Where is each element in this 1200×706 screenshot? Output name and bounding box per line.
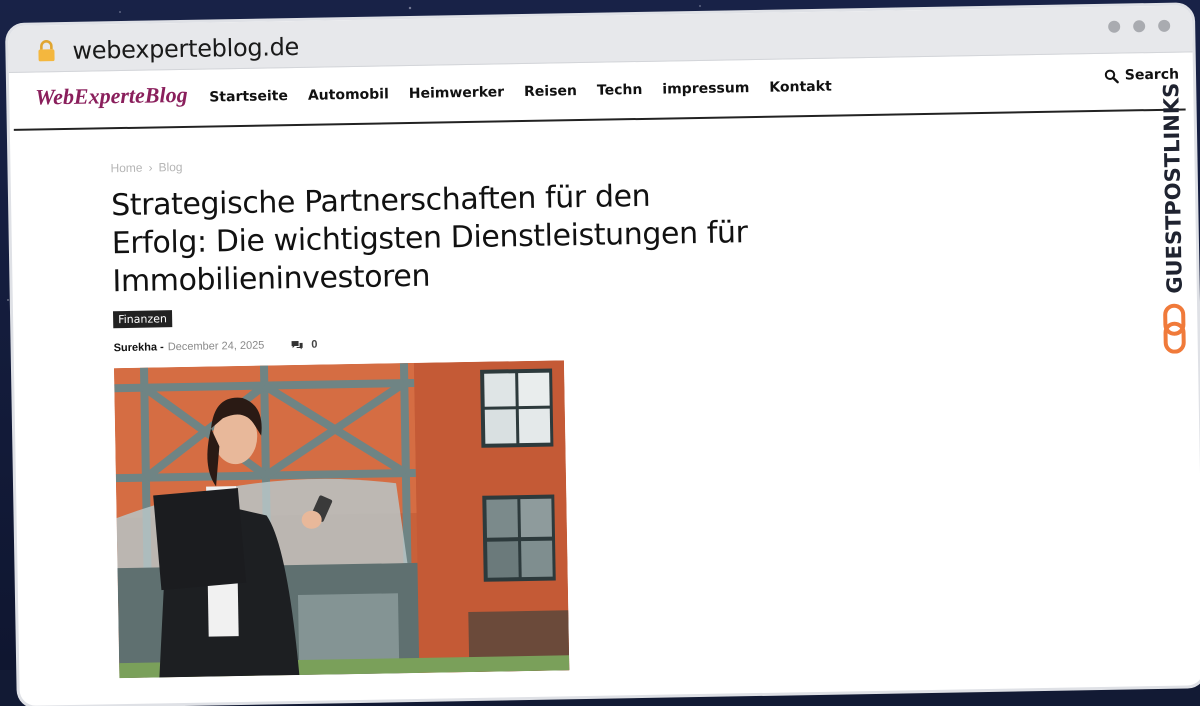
menu-item-reisen[interactable]: Reisen — [524, 83, 577, 100]
article-container: Home › Blog Strategische Partnerschaften f… — [10, 110, 1200, 685]
main-menu: Startseite Automobil Heimwerker Reisen T… — [209, 79, 832, 106]
menu-item-techn[interactable]: Techn — [597, 82, 643, 99]
article-hero-image — [113, 360, 570, 679]
window-controls — [1108, 19, 1171, 33]
site-logo[interactable]: WebExperteBlog — [35, 82, 188, 111]
breadcrumb-home[interactable]: Home — [110, 161, 142, 176]
breadcrumb-separator: › — [148, 160, 153, 175]
browser-window: webexperteblog.de WebExperteBlog Startse… — [8, 5, 1200, 706]
comments-count: 0 — [311, 338, 318, 351]
comment-icon — [291, 340, 303, 350]
article-title: Strategische Partnerschaften für den Erf… — [110, 178, 748, 300]
guestpostlinks-watermark: GUESTPOSTLINKS — [1159, 83, 1187, 354]
author-name[interactable]: Surekha - — [114, 341, 164, 354]
publish-date: December 24, 2025 — [167, 339, 265, 354]
link-chain-icon — [1163, 303, 1186, 354]
breadcrumb-blog[interactable]: Blog — [158, 160, 182, 174]
comments-link[interactable]: 0 — [290, 338, 318, 351]
menu-item-automobil[interactable]: Automobil — [308, 86, 389, 103]
menu-item-heimwerker[interactable]: Heimwerker — [409, 84, 505, 102]
menu-item-kontakt[interactable]: Kontakt — [769, 79, 832, 96]
guestpostlinks-text: GUESTPOSTLINKS — [1159, 83, 1187, 294]
menu-item-startseite[interactable]: Startseite — [209, 88, 288, 105]
window-dot-2[interactable] — [1133, 20, 1146, 33]
menu-item-impressum[interactable]: impressum — [662, 80, 749, 98]
window-dot-1[interactable] — [1108, 20, 1121, 33]
search-icon — [1104, 69, 1119, 83]
address-bar-url[interactable]: webexperteblog.de — [72, 33, 299, 65]
category-tag[interactable]: Finanzen — [112, 310, 173, 329]
article-meta: Surekha - December 24, 2025 0 — [114, 323, 1198, 355]
window-dot-3[interactable] — [1158, 19, 1171, 32]
lock-icon — [38, 40, 55, 62]
